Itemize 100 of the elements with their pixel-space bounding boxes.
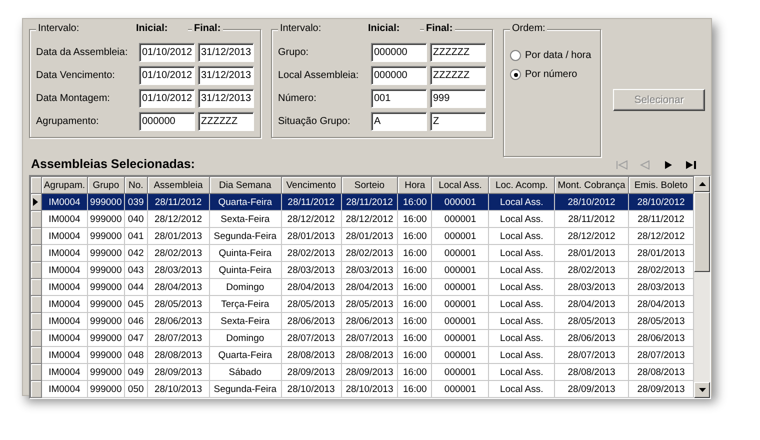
table-cell: 28/04/2013 <box>341 278 398 296</box>
column-header[interactable]: Hora <box>398 176 432 194</box>
radio-label[interactable]: Por data / hora <box>525 50 592 61</box>
table-cell: 28/04/2013 <box>147 278 210 296</box>
scroll-up-button[interactable] <box>694 176 710 192</box>
table-cell: 28/04/2013 <box>554 296 629 312</box>
table-cell: 16:00 <box>398 210 432 228</box>
table-cell: 28/03/2013 <box>281 262 342 278</box>
table-cell: Local Ass. <box>488 262 555 278</box>
table-cell: 047 <box>124 330 148 346</box>
text-field[interactable]: ZZZZZZ <box>198 112 254 130</box>
table-cell: 16:00 <box>398 346 432 364</box>
table-cell: 999000 <box>87 262 124 278</box>
table-cell: 28/05/2013 <box>147 296 210 312</box>
column-header[interactable]: Grupo <box>87 176 124 194</box>
text-field[interactable]: 31/12/2013 <box>198 66 254 84</box>
table-cell: 28/07/2013 <box>281 330 342 346</box>
text-field[interactable]: 000000 <box>371 66 427 84</box>
column-header[interactable]: Dia Semana <box>209 176 282 194</box>
table-cell: IM0004 <box>41 210 88 228</box>
column-header[interactable]: Sorteio <box>341 176 398 194</box>
table-cell: 28/11/2012 <box>147 194 210 210</box>
table-cell: 28/02/2013 <box>554 262 629 278</box>
column-header[interactable]: Agrupam. <box>41 176 88 194</box>
column-header[interactable]: Mont. Cobrança <box>554 176 629 194</box>
table-cell: Segunda-Feira <box>209 228 282 244</box>
table-cell: Quinta-Feira <box>209 244 282 262</box>
table-cell: IM0004 <box>41 364 88 380</box>
table-cell: 999000 <box>87 312 124 330</box>
table-cell: 000001 <box>432 194 489 210</box>
scroll-down-button[interactable] <box>694 382 710 398</box>
table-cell: 16:00 <box>398 330 432 346</box>
table-cell: 999000 <box>87 380 124 398</box>
table-cell: 046 <box>124 312 148 330</box>
column-header[interactable]: Local Ass. <box>432 176 489 194</box>
table-cell: 28/03/2013 <box>628 278 694 296</box>
table-cell: IM0004 <box>41 296 88 312</box>
text-field[interactable]: 01/10/2012 <box>139 42 195 62</box>
text-field[interactable]: 01/10/2012 <box>139 88 195 108</box>
table-cell: 28/07/2013 <box>628 346 694 364</box>
table-cell: 28/06/2013 <box>281 312 342 330</box>
table-cell: 000001 <box>432 346 489 364</box>
table-cell: Local Ass. <box>488 346 555 364</box>
radio-label[interactable]: Por número <box>525 69 578 80</box>
table-cell: 28/02/2013 <box>628 262 694 278</box>
field-label: Situação Grupo: <box>278 116 352 126</box>
column-header[interactable]: Loc. Acomp. <box>488 176 555 194</box>
table-cell: 28/12/2012 <box>281 210 342 228</box>
table-cell: 050 <box>124 380 148 398</box>
table-cell: 28/04/2013 <box>281 278 342 296</box>
group-label: Intervalo: <box>278 23 366 34</box>
table-cell: 28/08/2013 <box>628 364 694 380</box>
text-field[interactable]: 000000 <box>371 42 427 62</box>
table-cell: Terça-Feira <box>209 296 282 312</box>
table-cell: 000001 <box>432 364 489 380</box>
column-header[interactable]: Vencimento <box>281 176 342 194</box>
table-cell: 28/09/2013 <box>341 364 398 380</box>
radio-button[interactable] <box>510 69 521 80</box>
text-field[interactable]: 000000 <box>139 112 195 130</box>
text-field[interactable]: A <box>371 112 427 130</box>
table-cell: Local Ass. <box>488 228 555 244</box>
table-cell: Quarta-Feira <box>209 346 282 364</box>
table-cell: 999000 <box>87 194 124 210</box>
table-cell: 28/01/2013 <box>628 244 694 262</box>
table-cell: 28/11/2012 <box>628 210 694 228</box>
radio-button[interactable] <box>510 50 521 61</box>
table-cell: 28/12/2012 <box>147 210 210 228</box>
column-header[interactable]: No. <box>124 176 148 194</box>
table-cell: 28/09/2013 <box>628 380 694 398</box>
table-cell: 000001 <box>432 244 489 262</box>
table-cell: 28/03/2013 <box>554 278 629 296</box>
text-field[interactable]: 001 <box>371 88 427 108</box>
table-cell: 049 <box>124 364 148 380</box>
table-cell: Sexta-Feira <box>209 210 282 228</box>
table-cell: IM0004 <box>41 278 88 296</box>
column-header[interactable]: Assembleia <box>147 176 210 194</box>
table-cell: 041 <box>124 228 148 244</box>
text-field[interactable]: 31/12/2013 <box>198 88 254 108</box>
table-cell: Segunda-Feira <box>209 380 282 398</box>
table-cell: 16:00 <box>398 364 432 380</box>
table-cell: 16:00 <box>398 262 432 278</box>
table-cell: 28/10/2013 <box>341 380 398 398</box>
column-header[interactable]: Emis. Boleto <box>628 176 694 194</box>
row-selector[interactable] <box>30 194 42 210</box>
last-record-icon[interactable] <box>683 159 699 171</box>
text-field[interactable]: 31/12/2013 <box>198 42 254 62</box>
column-label: Final: <box>192 23 223 34</box>
field-label: Data Montagem: <box>36 92 111 104</box>
text-field[interactable]: 01/10/2012 <box>139 66 195 84</box>
scroll-thumb[interactable] <box>694 192 710 272</box>
table-cell: 28/08/2013 <box>147 346 210 364</box>
column-label: Inicial: <box>134 23 188 34</box>
text-field[interactable]: ZZZZZZ <box>430 42 486 62</box>
table-cell: Quinta-Feira <box>209 262 282 278</box>
text-field[interactable]: Z <box>430 112 486 130</box>
table-cell: 042 <box>124 244 148 262</box>
table-cell: 999000 <box>87 346 124 364</box>
text-field[interactable]: ZZZZZZ <box>430 66 486 84</box>
table-cell: Local Ass. <box>488 312 555 330</box>
text-field[interactable]: 999 <box>430 88 486 108</box>
